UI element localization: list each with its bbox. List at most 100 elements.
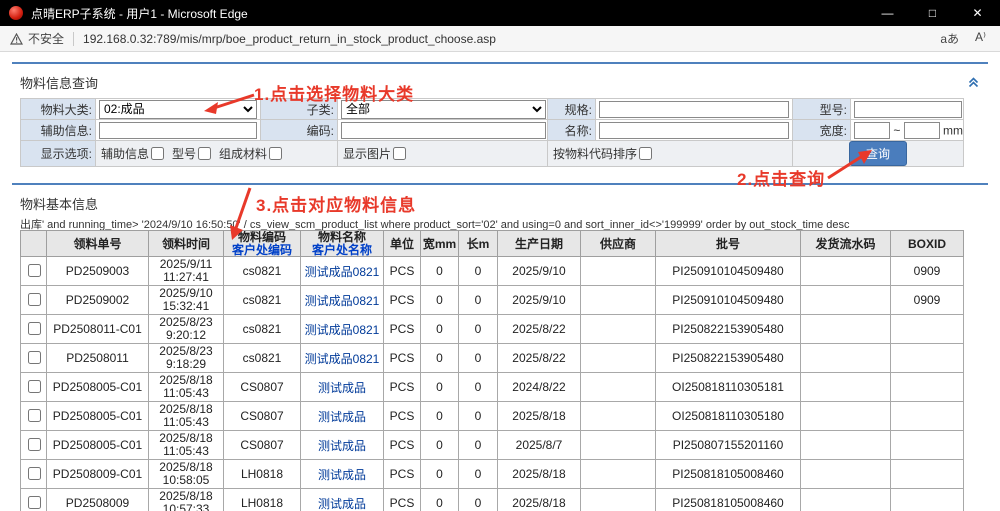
row-select-cell — [21, 460, 47, 489]
row-checkbox[interactable] — [28, 351, 41, 364]
batch-cell: OI250818110305180 — [656, 402, 801, 431]
display-option: 辅助信息 — [101, 147, 164, 161]
url-text[interactable]: 192.168.0.32:789/mis/mrp/boe_product_ret… — [83, 32, 496, 46]
close-button[interactable]: ✕ — [955, 0, 1000, 26]
row-checkbox[interactable] — [28, 409, 41, 422]
display-option: 组成材料 — [219, 147, 282, 161]
minimize-button[interactable]: — — [865, 0, 910, 26]
material-code-cell: CS0807 — [224, 402, 301, 431]
spec-input[interactable] — [599, 101, 789, 118]
width-cell: 0 — [421, 344, 459, 373]
pick-time-cell: 2025/8/1811:05:43 — [149, 402, 224, 431]
read-aloud-icon[interactable]: A⁾ — [975, 30, 986, 47]
model-input[interactable] — [854, 101, 962, 118]
material-name-cell: 测试成品0821 — [301, 286, 384, 315]
batch-cell: PI250822153905480 — [656, 315, 801, 344]
row-checkbox[interactable] — [28, 264, 41, 277]
window-title: 点晴ERP子系统 - 用户1 - Microsoft Edge — [31, 5, 248, 22]
table-row[interactable]: PD25090032025/9/1111:27:41cs0821测试成品0821… — [21, 257, 964, 286]
table-row[interactable]: PD2508005-C012025/8/1811:05:43CS0807测试成品… — [21, 373, 964, 402]
width-cell: 0 — [421, 489, 459, 511]
order-no-cell: PD2509002 — [47, 286, 149, 315]
serial-cell — [801, 373, 891, 402]
display-options-group-1: 辅助信息型号组成材料 — [96, 141, 338, 167]
translate-icon[interactable]: aあ — [940, 30, 959, 47]
row-checkbox[interactable] — [28, 293, 41, 306]
name-input[interactable] — [599, 122, 789, 139]
row-select-cell — [21, 489, 47, 511]
material-code-cell: CS0807 — [224, 373, 301, 402]
length-cell: 0 — [459, 460, 498, 489]
display-option-checkbox[interactable] — [393, 147, 406, 160]
material-name-cell: 测试成品 — [301, 431, 384, 460]
width-max-input[interactable] — [904, 122, 940, 139]
table-row[interactable]: PD2508005-C012025/8/1811:05:43CS0807测试成品… — [21, 431, 964, 460]
order-no-cell: PD2508005-C01 — [47, 402, 149, 431]
collapse-panel-icon[interactable] — [967, 76, 980, 88]
display-option-checkbox[interactable] — [639, 147, 652, 160]
col-length: 长m — [459, 231, 498, 257]
prod-date-cell: 2025/8/18 — [498, 489, 581, 511]
prod-date-cell: 2025/8/18 — [498, 402, 581, 431]
order-no-cell: PD2508009 — [47, 489, 149, 511]
length-cell: 0 — [459, 373, 498, 402]
table-header-row: 领料单号 领料时间 物料编码 客户处编码 物料名称 客户处名称 单位 宽mm 长… — [21, 231, 964, 257]
display-option-label: 组成材料 — [219, 147, 267, 161]
batch-cell: PI250818105008460 — [656, 460, 801, 489]
table-row[interactable]: PD2508005-C012025/8/1811:05:43CS0807测试成品… — [21, 402, 964, 431]
batch-cell: OI250818110305181 — [656, 373, 801, 402]
unit-cell: PCS — [384, 286, 421, 315]
material-code-cell: LH0818 — [224, 460, 301, 489]
table-row[interactable]: PD2508009-C012025/8/1810:58:05LH0818测试成品… — [21, 460, 964, 489]
unit-cell: PCS — [384, 373, 421, 402]
width-cell: 0 — [421, 286, 459, 315]
debug-sql-text: 出库' and running_time> '2024/9/10 16:50:5… — [20, 216, 963, 230]
security-label[interactable]: 不安全 — [28, 30, 64, 47]
serial-cell — [801, 315, 891, 344]
display-option-checkbox[interactable] — [198, 147, 211, 160]
maximize-button[interactable]: □ — [910, 0, 955, 26]
row-checkbox[interactable] — [28, 467, 41, 480]
table-row[interactable]: PD2508011-C012025/8/239:20:12cs0821测试成品0… — [21, 315, 964, 344]
address-divider — [73, 32, 74, 46]
col-customer-name: 客户处名称 — [302, 244, 382, 256]
table-row[interactable]: PD25080112025/8/239:18:29cs0821测试成品0821P… — [21, 344, 964, 373]
unit-cell: PCS — [384, 257, 421, 286]
display-option-checkbox[interactable] — [269, 147, 282, 160]
batch-cell: PI250910104509480 — [656, 257, 801, 286]
display-option-checkbox[interactable] — [151, 147, 164, 160]
width-tilde: ~ — [893, 123, 900, 137]
display-option: 型号 — [172, 147, 211, 161]
row-checkbox[interactable] — [28, 496, 41, 509]
row-select-cell — [21, 373, 47, 402]
detail-panel-title: 物料基本信息 — [12, 185, 988, 216]
col-supplier: 供应商 — [581, 231, 656, 257]
serial-cell — [801, 489, 891, 511]
row-checkbox[interactable] — [28, 322, 41, 335]
width-min-input[interactable] — [854, 122, 890, 139]
batch-cell: PI250807155201160 — [656, 431, 801, 460]
length-cell: 0 — [459, 257, 498, 286]
row-checkbox[interactable] — [28, 380, 41, 393]
pick-time-cell: 2025/8/239:20:12 — [149, 315, 224, 344]
width-cell: 0 — [421, 402, 459, 431]
unit-cell: PCS — [384, 402, 421, 431]
material-code-cell: CS0807 — [224, 431, 301, 460]
display-option: 按物料代码排序 — [553, 147, 652, 161]
batch-cell: PI250822153905480 — [656, 344, 801, 373]
table-row[interactable]: PD25080092025/8/1810:57:33LH0818测试成品PCS0… — [21, 489, 964, 511]
boxid-cell: 0909 — [891, 286, 964, 315]
row-checkbox[interactable] — [28, 438, 41, 451]
code-input[interactable] — [341, 122, 546, 139]
material-name-cell: 测试成品0821 — [301, 315, 384, 344]
serial-cell — [801, 286, 891, 315]
material-table: 领料单号 领料时间 物料编码 客户处编码 物料名称 客户处名称 单位 宽mm 长… — [20, 230, 964, 511]
model-label: 型号: — [793, 99, 851, 120]
pick-time-cell: 2025/8/1811:05:43 — [149, 373, 224, 402]
table-row[interactable]: PD25090022025/9/1015:32:41cs0821测试成品0821… — [21, 286, 964, 315]
material-detail-panel: 物料基本信息 出库' and running_time> '2024/9/10 … — [12, 183, 988, 511]
length-cell: 0 — [459, 286, 498, 315]
width-cell: 0 — [421, 431, 459, 460]
aux-info-input[interactable] — [99, 122, 257, 139]
window-controls: — □ ✕ — [865, 0, 1000, 26]
